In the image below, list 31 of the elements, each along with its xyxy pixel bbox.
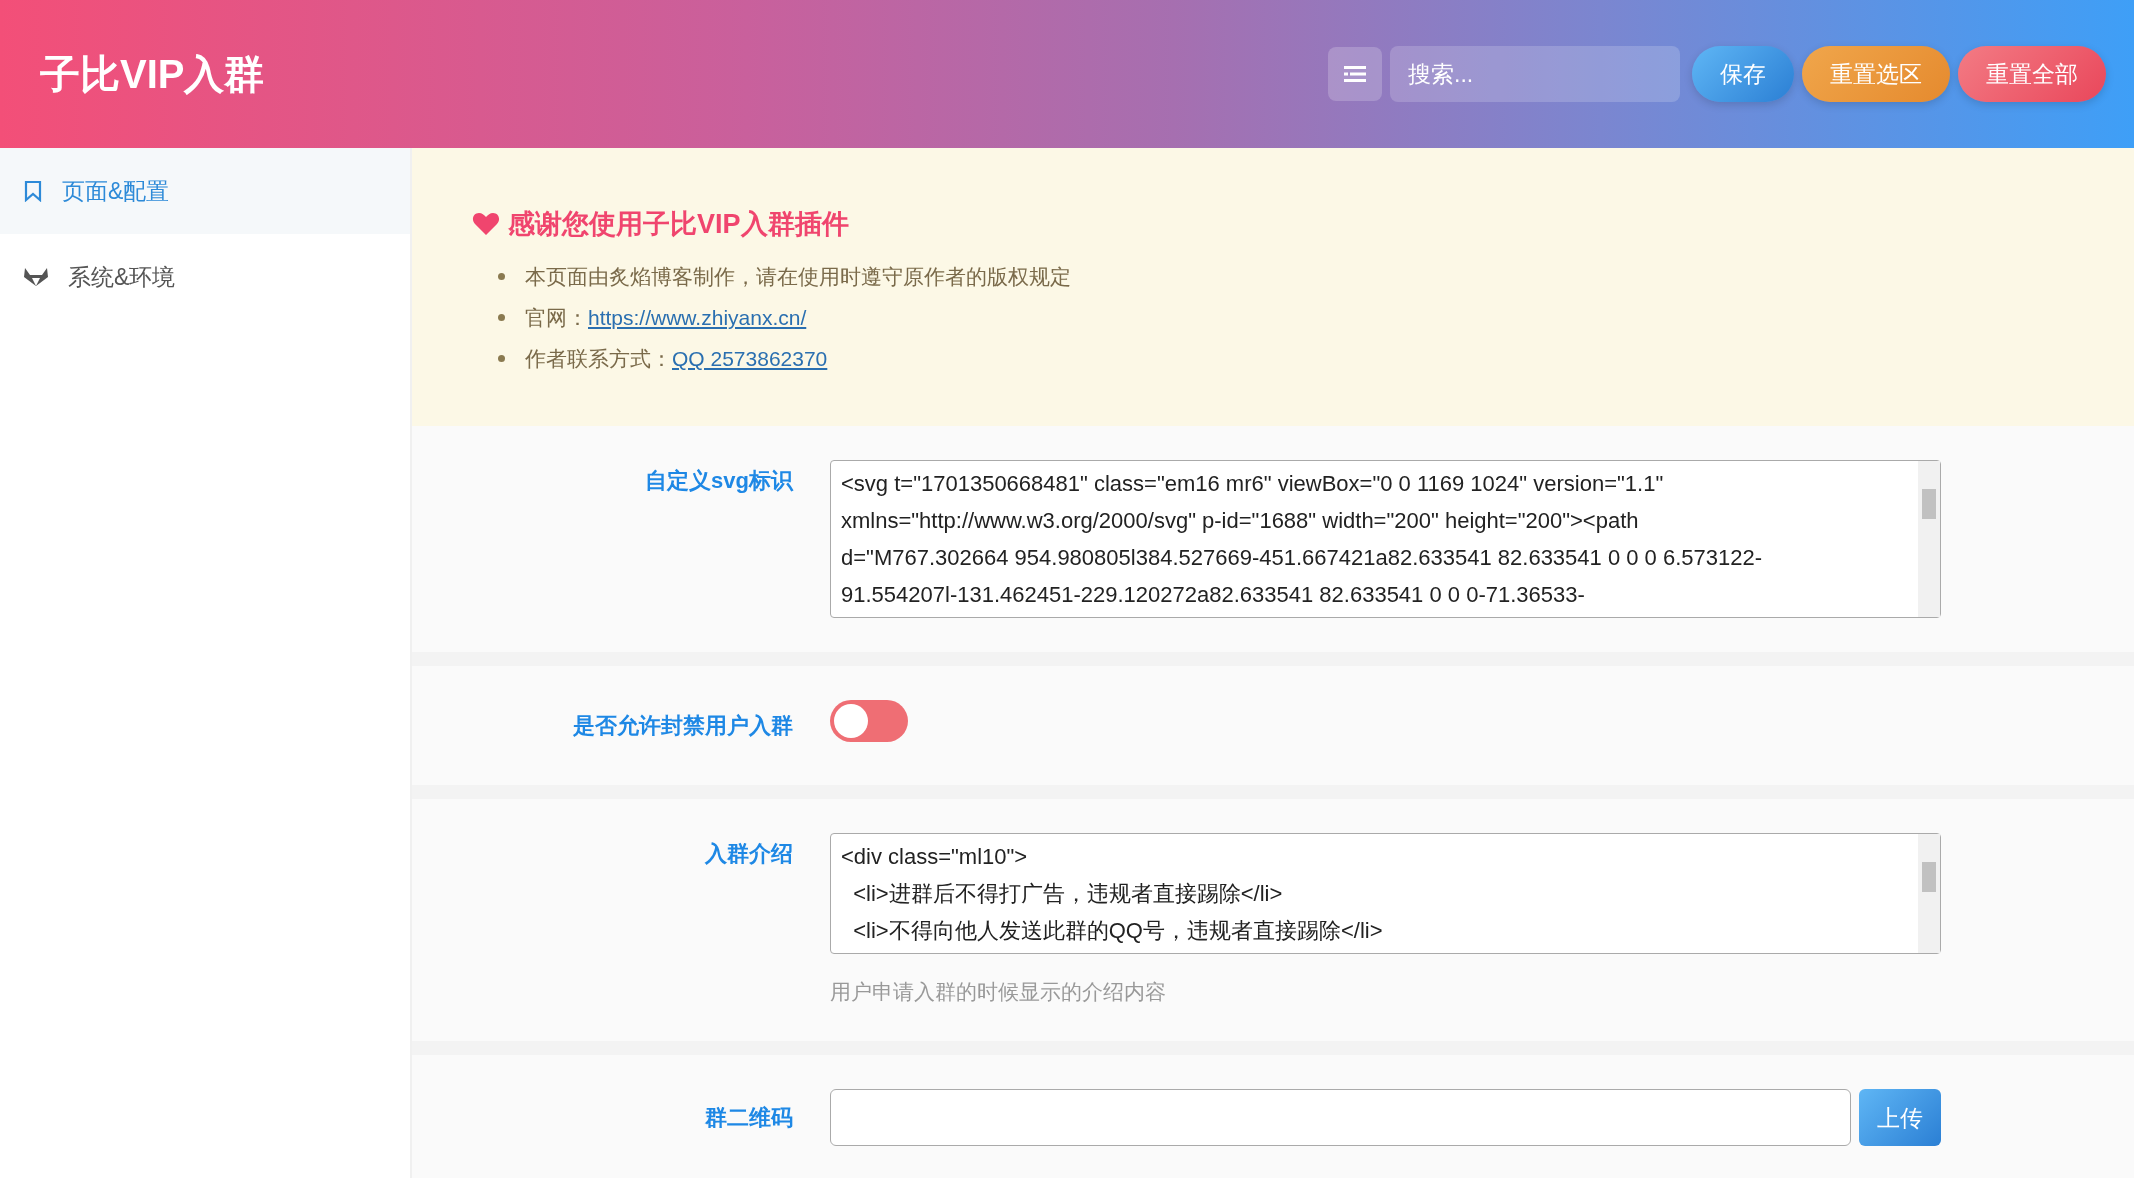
heart-icon bbox=[472, 212, 500, 237]
bullet bbox=[498, 313, 505, 321]
field-label: 入群介绍 bbox=[704, 839, 793, 868]
sidebar-item[interactable]: 页面&配置 bbox=[0, 148, 410, 234]
toggle-switch[interactable] bbox=[830, 700, 908, 743]
scrollbar[interactable] bbox=[1918, 461, 1940, 618]
code-field[interactable]: <div class="ml10"> <li>进群后不得打广告，违规者直接踢除</li> <li>不得向他人发送此群的QQ号，违规者直接踢除</li> bbox=[830, 832, 1941, 954]
notice-item: 官网：https://www.zhiyanx.cn/ bbox=[525, 304, 807, 331]
link[interactable]: https://www.zhiyanx.cn/ bbox=[588, 305, 807, 329]
scrollbar[interactable] bbox=[1918, 833, 1940, 953]
upload-field[interactable] bbox=[830, 1089, 1851, 1147]
help-text: 用户申请入群的时候显示的介绍内容 bbox=[830, 978, 1167, 1005]
menu-icon bbox=[1344, 65, 1366, 83]
bullet bbox=[498, 272, 505, 280]
notice-item: 作者联系方式：QQ 2573862370 bbox=[525, 346, 828, 373]
bullet bbox=[498, 355, 505, 363]
code-field[interactable]: <svg t="1701350668481" class="em16 mr6" viewBox="0 0 1169 1024" version="1.1" xmlns="http://www.w3.org/2000/svg" p-id="1688" width="200" height="200"><path d="M767.302664 954.980805l384.527669-451.667421a82.633541 82.633541 0 0 0 6.573122- 91.554207l-131.462451-229.120272a82.633541 82.633541 0 0 0-71.36533- bbox=[830, 460, 1941, 619]
reset-all-button[interactable]: 重置全部 bbox=[1958, 46, 2106, 102]
field-label: 群二维码 bbox=[704, 1104, 793, 1133]
save-button[interactable]: 保存 bbox=[1692, 46, 1794, 102]
menu-button[interactable] bbox=[1328, 47, 1382, 101]
link[interactable]: QQ 2573862370 bbox=[672, 347, 828, 371]
app-title: 子比VIP入群 bbox=[40, 51, 265, 98]
bookmark-icon bbox=[24, 180, 42, 202]
fox-icon bbox=[24, 267, 48, 287]
upload-button[interactable]: 上传 bbox=[1859, 1089, 1941, 1147]
field-label: 自定义svg标识 bbox=[644, 467, 793, 496]
field-label: 是否允许封禁用户入群 bbox=[572, 712, 793, 741]
notice-title: 感谢您使用子比VIP入群插件 bbox=[508, 208, 849, 241]
notice-item: 本页面由炙焰博客制作，请在使用时遵守原作者的版权规定 bbox=[525, 263, 1071, 290]
sidebar-item[interactable]: 系统&环境 bbox=[0, 234, 410, 320]
